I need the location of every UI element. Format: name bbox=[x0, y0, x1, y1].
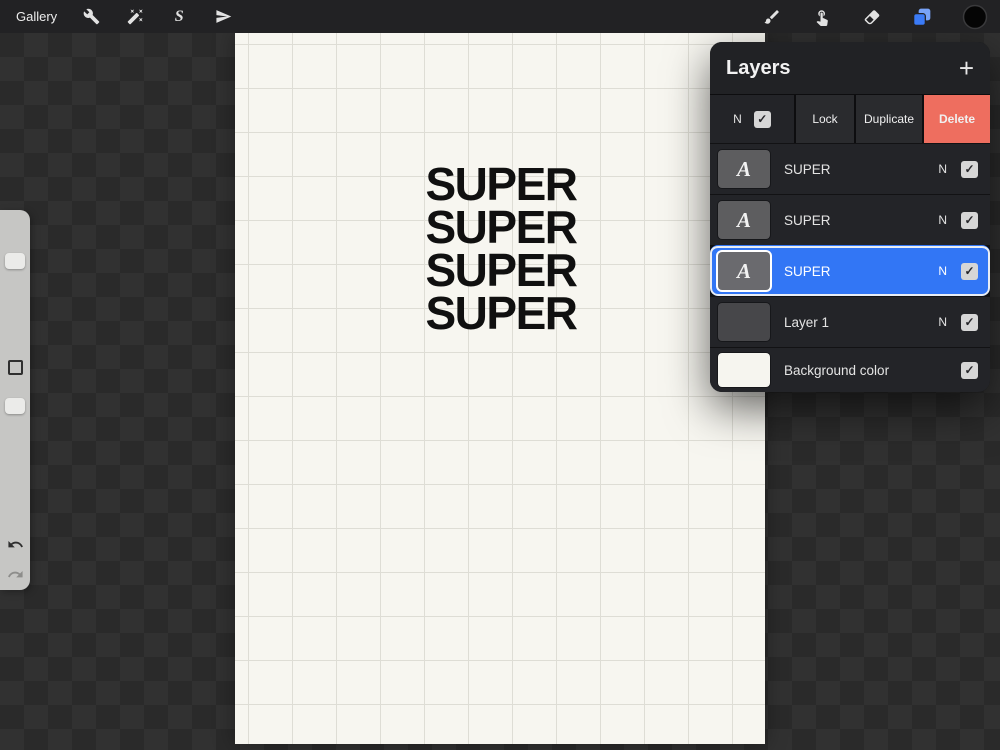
layer-thumbnail[interactable]: A bbox=[718, 252, 770, 290]
adjustments-wand-icon[interactable] bbox=[125, 7, 145, 27]
eraser-icon[interactable] bbox=[862, 7, 882, 27]
artwork-text-line: SUPER bbox=[425, 201, 578, 253]
canvas-artwork-text: SUPER SUPER SUPER SUPER bbox=[421, 158, 581, 339]
swiped-layer-stub: N ✓ bbox=[710, 95, 794, 143]
brush-icon[interactable] bbox=[762, 7, 782, 27]
layer-visibility-checkbox[interactable]: ✓ bbox=[753, 110, 771, 128]
toolbar-right-group bbox=[762, 4, 990, 30]
layer-row-selected[interactable]: A SUPER N ✓ bbox=[710, 245, 990, 296]
layer-thumbnail[interactable]: A bbox=[718, 201, 770, 239]
brush-size-slider[interactable] bbox=[5, 253, 25, 269]
toolbar-left-group: Gallery S bbox=[10, 7, 233, 27]
artwork-text-line: SUPER bbox=[425, 287, 578, 339]
duplicate-button[interactable]: Duplicate bbox=[856, 95, 922, 143]
background-color-row[interactable]: Background color ✓ bbox=[710, 347, 990, 392]
redo-icon[interactable] bbox=[7, 566, 24, 583]
workspace: SUPER SUPER SUPER SUPER Layers + N ✓ Loc… bbox=[0, 33, 1000, 750]
canvas[interactable]: SUPER SUPER SUPER SUPER bbox=[235, 33, 765, 744]
layer-visibility-checkbox[interactable]: ✓ bbox=[961, 361, 978, 379]
delete-button[interactable]: Delete bbox=[924, 95, 990, 143]
color-swatch[interactable] bbox=[962, 4, 988, 30]
add-layer-button[interactable]: + bbox=[959, 55, 974, 81]
lock-button[interactable]: Lock bbox=[796, 95, 854, 143]
layer-thumbnail[interactable]: A bbox=[718, 150, 770, 188]
artwork-text-line: SUPER bbox=[425, 158, 578, 210]
transform-arrow-icon[interactable] bbox=[213, 7, 233, 27]
layers-panel: Layers + N ✓ Lock Duplicate Delete A SUP… bbox=[710, 42, 990, 392]
artwork-text-line: SUPER bbox=[425, 244, 578, 296]
layer-row[interactable]: A SUPER N ✓ bbox=[710, 194, 990, 245]
undo-icon[interactable] bbox=[7, 536, 24, 553]
layer-name: SUPER bbox=[784, 212, 831, 228]
layer-name: SUPER bbox=[784, 263, 831, 279]
opacity-slider[interactable] bbox=[5, 398, 25, 414]
layer-visibility-checkbox[interactable]: ✓ bbox=[961, 262, 978, 280]
gallery-button[interactable]: Gallery bbox=[16, 9, 57, 24]
layers-icon[interactable] bbox=[912, 7, 932, 27]
layer-row[interactable]: Layer 1 N ✓ bbox=[710, 296, 990, 347]
layer-visibility-checkbox[interactable]: ✓ bbox=[961, 160, 978, 178]
layer-visibility-checkbox[interactable]: ✓ bbox=[961, 313, 978, 331]
layer-name: Layer 1 bbox=[784, 314, 830, 330]
layer-row[interactable]: A SUPER N ✓ bbox=[710, 143, 990, 194]
smudge-icon[interactable] bbox=[812, 7, 832, 27]
blend-mode-button[interactable]: N bbox=[938, 162, 947, 176]
layer-visibility-checkbox[interactable]: ✓ bbox=[961, 211, 978, 229]
blend-mode-button[interactable]: N bbox=[938, 264, 947, 278]
modify-button[interactable] bbox=[8, 360, 23, 375]
layers-panel-title: Layers bbox=[726, 56, 791, 79]
layer-name: SUPER bbox=[784, 161, 831, 177]
side-toolbar bbox=[0, 210, 30, 590]
procreate-app: Gallery S SUPER SUPER SUPER SUPER Layers… bbox=[0, 0, 1000, 750]
layer-thumbnail[interactable] bbox=[718, 353, 770, 387]
blend-mode-button[interactable]: N bbox=[938, 213, 947, 227]
layers-panel-header: Layers + bbox=[710, 42, 990, 95]
selection-icon-glyph: S bbox=[174, 7, 184, 25]
layer-thumbnail[interactable] bbox=[718, 303, 770, 341]
layer-name: Background color bbox=[784, 362, 890, 378]
actions-wrench-icon[interactable] bbox=[81, 7, 101, 27]
top-toolbar: Gallery S bbox=[0, 0, 1000, 33]
layer-swipe-actions-row: N ✓ Lock Duplicate Delete bbox=[710, 95, 990, 143]
selection-icon[interactable]: S bbox=[169, 7, 189, 27]
blend-mode-button[interactable]: N bbox=[938, 315, 947, 329]
blend-mode-button[interactable]: N bbox=[733, 112, 742, 126]
